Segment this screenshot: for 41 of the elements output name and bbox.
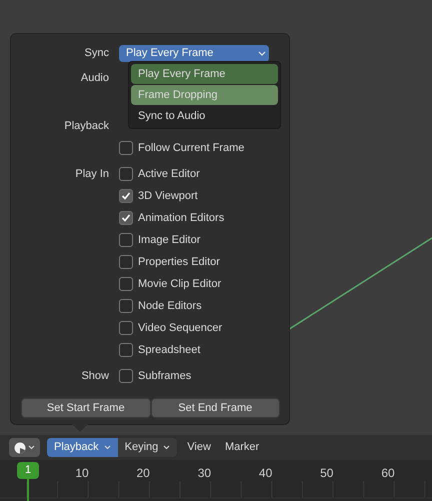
menu-dropdown[interactable]: Playback — [47, 438, 118, 457]
menu-button[interactable]: Marker — [224, 439, 260, 456]
field-label: Play In — [75, 168, 109, 180]
checkbox[interactable]: Active Editor — [119, 166, 200, 182]
checkbox[interactable]: 3D Viewport — [119, 188, 198, 204]
frame-button[interactable]: Set End Frame — [150, 398, 280, 418]
checkbox[interactable]: Video Sequencer — [119, 320, 222, 336]
menu-dropdown[interactable]: Keying — [118, 438, 178, 457]
checkbox[interactable]: Image Editor — [119, 232, 200, 248]
clock-icon — [14, 442, 26, 454]
playhead-line — [27, 479, 29, 501]
checkbox[interactable]: Subframes — [119, 368, 192, 384]
frame-number: 40 — [258, 465, 272, 482]
chevron-down-icon — [104, 445, 111, 450]
chevron-down-icon — [28, 445, 35, 450]
chevron-down-icon — [163, 445, 170, 450]
sync-dropdown[interactable]: Play Every Frame — [119, 44, 269, 62]
frame-number: 50 — [320, 465, 334, 482]
field-label: Audio — [80, 72, 109, 84]
menu-item[interactable]: Play Every Frame — [131, 64, 278, 84]
checkbox[interactable]: Movie Clip Editor — [119, 276, 222, 292]
menu-button[interactable]: View — [187, 439, 211, 456]
current-frame-marker[interactable]: 1 — [17, 462, 39, 479]
frame-number: 10 — [75, 465, 89, 482]
chevron-down-icon — [258, 50, 266, 56]
frame-number: 20 — [136, 465, 150, 482]
field-label: Playback — [64, 120, 109, 132]
field-label: Show — [81, 370, 109, 382]
frame-button[interactable]: Set Start Frame — [21, 398, 150, 418]
checkbox[interactable]: Spreadsheet — [119, 342, 200, 358]
checkbox[interactable]: Node Editors — [119, 298, 202, 314]
checkbox[interactable]: Follow Current Frame — [119, 140, 244, 156]
checkbox[interactable]: Animation Editors — [119, 210, 224, 226]
checkbox[interactable]: Properties Editor — [119, 254, 220, 270]
menu-item[interactable]: Sync to Audio — [131, 106, 278, 126]
checkmark-icon — [121, 213, 131, 223]
frame-number: 30 — [198, 465, 212, 482]
checkmark-icon — [121, 191, 131, 201]
editor-type-button[interactable] — [9, 438, 40, 457]
frame-number: 60 — [381, 465, 395, 482]
field-label: Sync — [84, 46, 109, 59]
